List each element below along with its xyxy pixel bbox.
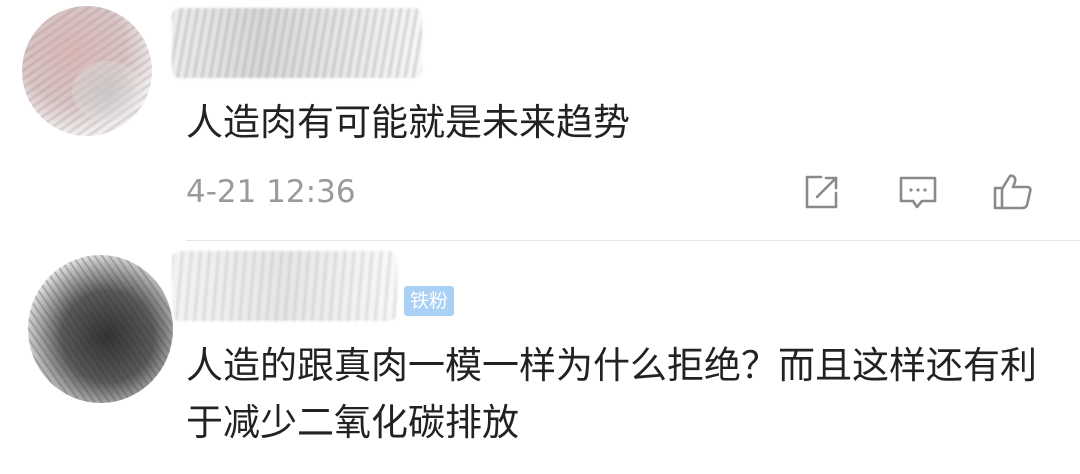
comment-item: 人造肉有可能就是未来趋势 4-21 12:36 <box>0 0 1080 241</box>
fan-badge: 铁粉 <box>404 286 455 316</box>
comment-text: 人造的跟真肉一模一样为什么拒绝？而且这样还有利于减少二氧化碳排放 <box>186 344 1037 444</box>
thumbs-up-icon <box>993 174 1032 210</box>
avatar[interactable] <box>22 6 152 136</box>
redacted-username[interactable] <box>172 251 397 321</box>
share-button[interactable] <box>799 170 843 214</box>
like-button[interactable] <box>991 170 1035 214</box>
comment-icon <box>899 176 937 209</box>
avatar[interactable] <box>28 255 173 403</box>
reply-button[interactable] <box>896 170 940 214</box>
share-icon <box>805 175 838 209</box>
redacted-username[interactable] <box>172 8 422 78</box>
comment-item: 铁粉 人造的跟真肉一模一样为什么拒绝？而且这样还有利于减少二氧化碳排放 <box>0 241 1080 474</box>
comment-timestamp: 4-21 12:36 <box>186 174 356 210</box>
comment-text: 人造肉有可能就是未来趋势 <box>186 101 630 144</box>
